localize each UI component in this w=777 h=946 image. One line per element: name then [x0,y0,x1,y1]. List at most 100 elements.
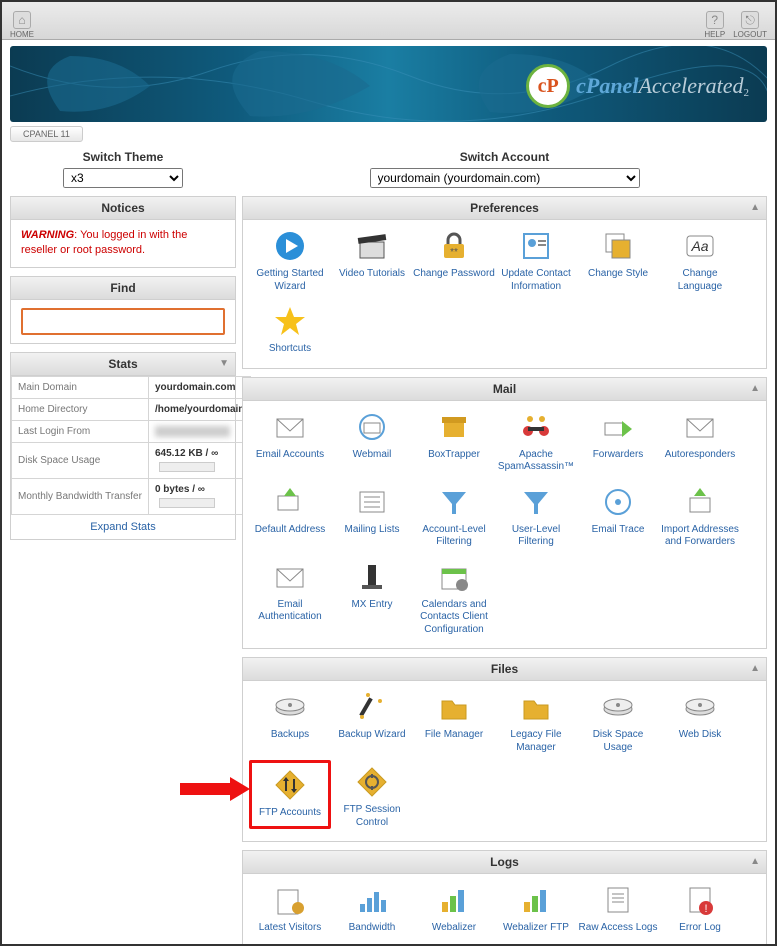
raw-access[interactable]: Raw Access Logs [577,882,659,935]
switch-theme-select[interactable]: x3 [63,168,183,188]
tile-label: Default Address [249,524,331,537]
tile-label: Webalizer [413,922,495,935]
getting-started-wizard[interactable]: Getting Started Wizard [249,228,331,293]
backups[interactable]: Backups [249,689,331,754]
stats-label: Home Directory [12,398,149,420]
lock-icon: ** [436,228,472,264]
tile-label: File Manager [413,729,495,742]
tile-label: Change Style [577,268,659,281]
shortcuts[interactable]: Shortcuts [249,303,331,356]
chevron-up-icon[interactable]: ▲ [750,383,760,394]
ftp-accounts[interactable]: FTP Accounts [249,760,331,829]
caldav[interactable]: Calendars and Contacts Client Configurat… [413,559,495,637]
ftp-session[interactable]: FTP Session Control [331,764,413,829]
bwiz-icon [354,689,390,725]
change-style[interactable]: Change Style [577,228,659,293]
switch-account-block: Switch Account yourdomain (yourdomain.co… [242,148,767,196]
tile-label: Legacy File Manager [495,729,577,754]
spamassassin[interactable]: Apache SpamAssassin™ [495,409,577,474]
chevron-up-icon[interactable]: ▲ [750,202,760,213]
lang-icon: Aa [682,228,718,264]
email-trace[interactable]: Email Trace [577,484,659,549]
mx-entry[interactable]: MX Entry [331,559,413,637]
mailing-lists[interactable]: Mailing Lists [331,484,413,549]
chevron-up-icon[interactable]: ▲ [750,856,760,867]
stats-value: 000.000.000.000 [148,420,250,442]
find-input[interactable] [21,308,225,335]
chevron-up-icon[interactable]: ▲ [750,663,760,674]
stats-value: 645.12 KB / ∞ [148,442,250,478]
boxtrapper[interactable]: BoxTrapper [413,409,495,474]
bandwidth[interactable]: Bandwidth [331,882,413,935]
group-title: Logs▲ [243,851,766,874]
notice-message: WARNING: You logged in with the reseller… [11,220,235,267]
tile-label: Email Trace [577,524,659,537]
email-auth[interactable]: Email Authentication [249,559,331,637]
switch-account-select[interactable]: yourdomain (yourdomain.com) [370,168,640,188]
home-button[interactable]: ⌂ HOME [10,11,34,39]
tile-label: Forwarders [577,449,659,462]
tile-label: Error Log [659,922,741,935]
hero-banner: cP cPanelAccelerated2 [10,46,767,122]
webalizer-ftp[interactable]: Webalizer FTP [495,882,577,935]
tile-label: Autoresponders [659,449,741,462]
user-filtering[interactable]: User-Level Filtering [495,484,577,549]
email-accounts[interactable]: Email Accounts [249,409,331,474]
legacy-file-manager[interactable]: Legacy File Manager [495,689,577,754]
webmail[interactable]: Webmail [331,409,413,474]
help-button[interactable]: ? HELP [704,11,725,39]
filter-icon [436,484,472,520]
default-address[interactable]: Default Address [249,484,331,549]
video-tutorials[interactable]: Video Tutorials [331,228,413,293]
ftp-icon [272,767,308,803]
ftpsess-icon [354,764,390,800]
stats-label: Monthly Bandwidth Transfer [12,478,149,514]
latest-visitors[interactable]: Latest Visitors [249,882,331,935]
change-language[interactable]: AaChange Language [659,228,741,293]
tile-label: Import Addresses and Forwarders [659,524,741,549]
import-icon [682,484,718,520]
lfm-icon [518,689,554,725]
switch-theme-block: Switch Theme x3 [10,148,236,196]
error-log[interactable]: !Error Log [659,882,741,935]
trace-icon [600,484,636,520]
webalftp-icon [518,882,554,918]
webalizer[interactable]: Webalizer [413,882,495,935]
file-manager[interactable]: File Manager [413,689,495,754]
auth-icon [272,559,308,595]
tile-label: Disk Space Usage [577,729,659,754]
update-contact[interactable]: Update Contact Information [495,228,577,293]
tile-label: Webmail [331,449,413,462]
top-toolbar: ⌂ HOME ? HELP ⎋ LOGOUT [2,2,775,40]
backup-icon [272,689,308,725]
svg-text:**: ** [450,247,458,258]
style-icon [600,228,636,264]
auto-icon [682,409,718,445]
expand-stats-link[interactable]: Expand Stats [11,515,235,539]
web-disk[interactable]: Web Disk [659,689,741,754]
star-icon [272,303,308,339]
change-password[interactable]: **Change Password [413,228,495,293]
autoresponders[interactable]: Autoresponders [659,409,741,474]
forwarders[interactable]: Forwarders [577,409,659,474]
home-icon: ⌂ [13,11,31,29]
backup-wizard[interactable]: Backup Wizard [331,689,413,754]
logout-button[interactable]: ⎋ LOGOUT [733,11,767,39]
group-logs: Logs▲ Latest VisitorsBandwidthWebalizerWe… [242,850,767,946]
breadcrumb[interactable]: CPANEL 11 [10,126,83,142]
bw-icon [354,882,390,918]
fm-icon [436,689,472,725]
chevron-down-icon[interactable]: ▼ [219,358,229,369]
stats-row: Last Login From000.000.000.000 [12,420,251,442]
home-label: HOME [10,30,34,39]
tile-label: Getting Started Wizard [249,268,331,293]
ufilter-icon [518,484,554,520]
cal-icon [436,559,472,595]
tile-label: Webalizer FTP [495,922,577,935]
disk-usage[interactable]: Disk Space Usage [577,689,659,754]
stats-table: Main Domainyourdomain.comHome Directory/… [11,376,251,515]
stats-row: Home Directory/home/yourdomain [12,398,251,420]
tile-label: Bandwidth [331,922,413,935]
import-addresses[interactable]: Import Addresses and Forwarders [659,484,741,549]
account-filtering[interactable]: Account-Level Filtering [413,484,495,549]
